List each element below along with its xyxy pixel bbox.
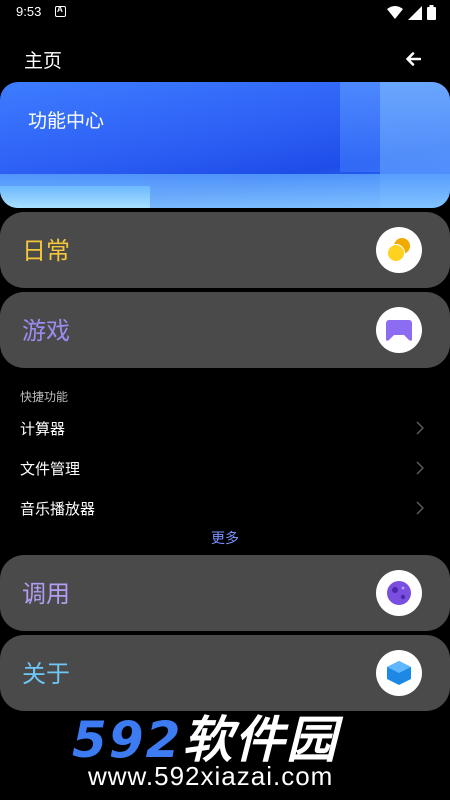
status-bar: 9:53 (0, 0, 450, 26)
card-daily-label: 日常 (22, 237, 70, 265)
feature-center-banner[interactable]: 功能中心 (0, 82, 450, 208)
card-game[interactable]: 游戏 (0, 292, 450, 368)
wifi-icon (387, 5, 403, 19)
chevron-right-icon (416, 501, 424, 515)
coins-icon (376, 227, 422, 273)
gamepad-icon (376, 307, 422, 353)
card-daily[interactable]: 日常 (0, 212, 450, 288)
quick-item-label: 文件管理 (20, 460, 81, 478)
page-title: 主页 (24, 50, 63, 72)
banner-decoration (340, 82, 380, 172)
banner-title: 功能中心 (28, 110, 105, 132)
signal-icon (408, 5, 422, 20)
cube-icon (376, 650, 422, 696)
battery-icon (427, 5, 436, 20)
chevron-right-icon (416, 461, 424, 475)
arrow-left-icon (406, 52, 421, 66)
watermark-url: www.592xiazai.com (88, 761, 334, 791)
chevron-right-icon (416, 421, 424, 435)
card-invoke-label: 调用 (22, 580, 70, 608)
more-link[interactable]: 更多 (0, 528, 450, 548)
quick-section-title: 快捷功能 (20, 390, 69, 404)
notification-a-icon (55, 5, 66, 17)
back-button[interactable] (400, 46, 426, 72)
quick-item-label: 计算器 (20, 420, 66, 438)
watermark: 592软件园 www.592xiazai.com (72, 700, 450, 800)
quick-item-file-manager[interactable]: 文件管理 (0, 450, 450, 486)
status-icons (387, 5, 436, 20)
banner-decoration (0, 186, 150, 208)
quick-item-calculator[interactable]: 计算器 (0, 410, 450, 446)
app-bar: 主页 (0, 38, 450, 78)
quick-item-label: 音乐播放器 (20, 500, 96, 518)
status-time: 9:53 (16, 4, 42, 19)
card-about-label: 关于 (22, 660, 70, 688)
quick-item-music-player[interactable]: 音乐播放器 (0, 490, 450, 526)
planet-icon (376, 570, 422, 616)
card-game-label: 游戏 (22, 317, 70, 345)
card-invoke[interactable]: 调用 (0, 555, 450, 631)
